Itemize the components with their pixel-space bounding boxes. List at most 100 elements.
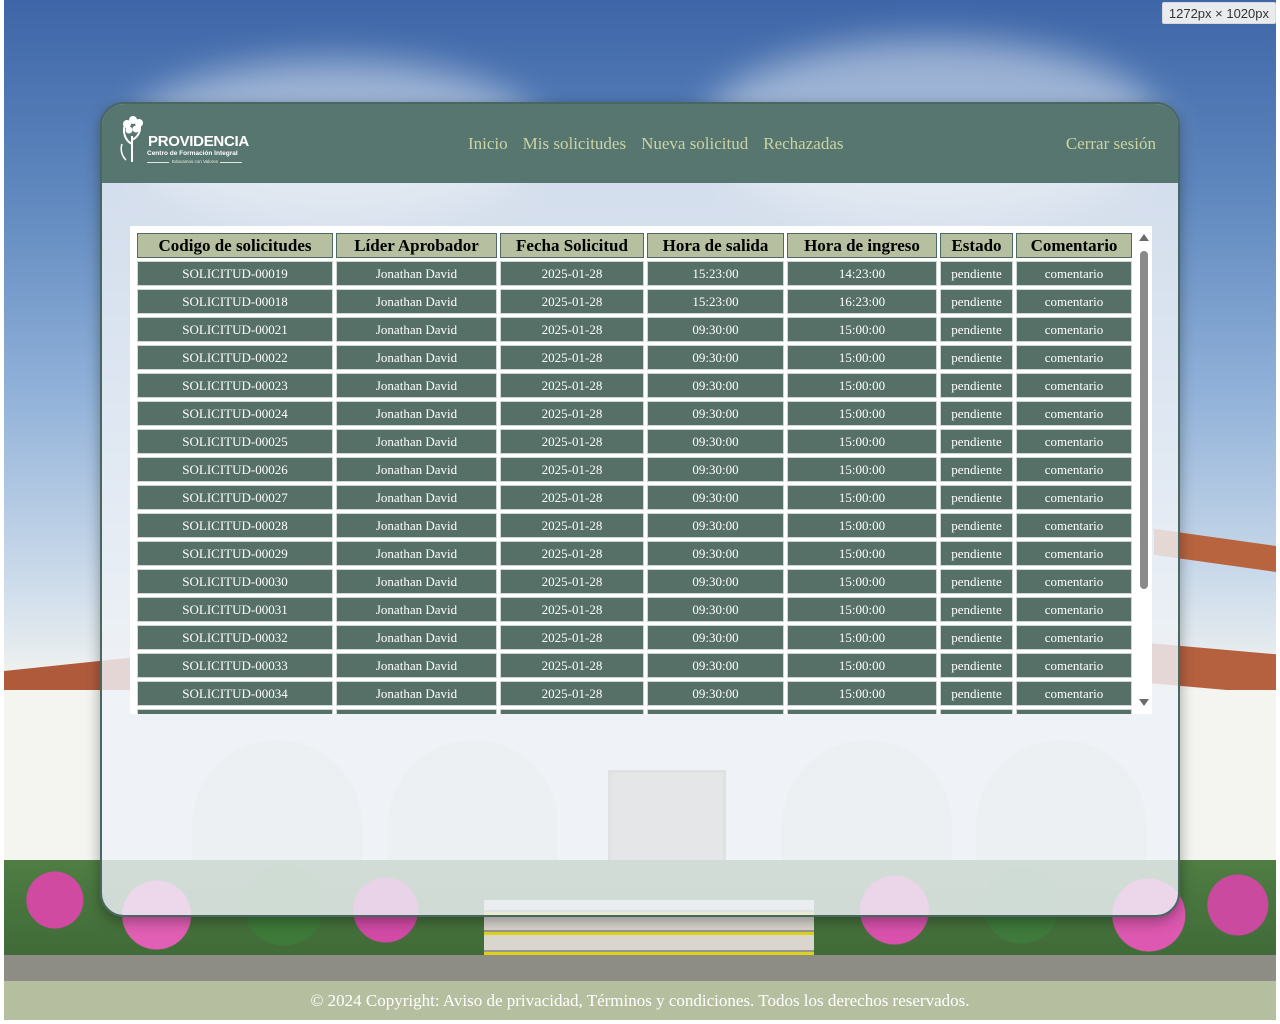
nav-link-nueva-solicitud[interactable]: Nueva solicitud bbox=[641, 134, 748, 154]
table-row[interactable]: SOLICITUD-00034 Jonathan David 2025-01-28 0… bbox=[137, 681, 1132, 706]
column-header-comentario: Comentario bbox=[1016, 233, 1132, 258]
footer: © 2024 Copyright: Aviso de privacidad, T… bbox=[4, 981, 1276, 1020]
table-row[interactable]: SOLICITUD-00030 Jonathan David 2025-01-28 0… bbox=[137, 569, 1132, 594]
nav-link-rechazadas[interactable]: Rechazadas bbox=[763, 134, 843, 154]
table-row[interactable]: SOLICITUD-00031 Jonathan David 2025-01-28 0… bbox=[137, 597, 1132, 622]
cell-estado: pendiente bbox=[940, 373, 1013, 398]
cell-comentario[interactable]: comentario bbox=[1016, 317, 1132, 342]
cell-comentario[interactable]: comentario bbox=[1016, 597, 1132, 622]
cell-codigo: SOLICITUD-00031 bbox=[137, 597, 333, 622]
scroll-up-arrow-icon[interactable] bbox=[1139, 234, 1149, 241]
cell-codigo: SOLICITUD-00033 bbox=[137, 653, 333, 678]
cell-comentario[interactable]: comentario bbox=[1016, 513, 1132, 538]
nav-link-mis-solicitudes[interactable]: Mis solicitudes bbox=[523, 134, 626, 154]
cell-codigo: SOLICITUD-00032 bbox=[137, 625, 333, 650]
table-row[interactable]: SOLICITUD-00027 Jonathan David 2025-01-28 0… bbox=[137, 485, 1132, 510]
cell-hora-salida: 09:30:00 bbox=[647, 653, 784, 678]
cell-hora-ingreso: 15:00:00 bbox=[787, 457, 937, 482]
scroll-down-arrow-icon[interactable] bbox=[1139, 699, 1149, 706]
cell-hora-ingreso: 15:00:00 bbox=[787, 317, 937, 342]
cell-comentario[interactable]: comentario bbox=[1016, 429, 1132, 454]
table-row[interactable]: SOLICITUD-00023 Jonathan David 2025-01-28 0… bbox=[137, 373, 1132, 398]
cell-fecha: 2025-01-28 bbox=[500, 485, 644, 510]
cell-codigo: SOLICITUD-00019 bbox=[137, 261, 333, 286]
cell-estado: pendiente bbox=[940, 653, 1013, 678]
cell-comentario[interactable]: comentario bbox=[1016, 401, 1132, 426]
cell-codigo: SOLICITUD-00030 bbox=[137, 569, 333, 594]
table-row[interactable]: SOLICITUD-00026 Jonathan David 2025-01-28 0… bbox=[137, 457, 1132, 482]
logout-link[interactable]: Cerrar sesión bbox=[1066, 134, 1156, 154]
divider bbox=[220, 162, 242, 163]
cell-estado bbox=[940, 709, 1013, 714]
table-row[interactable]: SOLICITUD-00021 Jonathan David 2025-01-28 0… bbox=[137, 317, 1132, 342]
cell-lider: Jonathan David bbox=[336, 261, 497, 286]
divider bbox=[147, 162, 169, 163]
logo[interactable]: PROVIDENCIA Centro de Formación Integral… bbox=[116, 114, 249, 170]
cell-hora-salida: 09:30:00 bbox=[647, 373, 784, 398]
cell-lider: Jonathan David bbox=[336, 513, 497, 538]
cell-comentario[interactable]: comentario bbox=[1016, 569, 1132, 594]
table-row[interactable]: SOLICITUD-00024 Jonathan David 2025-01-28 0… bbox=[137, 401, 1132, 426]
cell-fecha: 2025-01-28 bbox=[500, 457, 644, 482]
column-header-hora-ingreso: Hora de ingreso bbox=[787, 233, 937, 258]
cell-comentario[interactable]: comentario bbox=[1016, 625, 1132, 650]
cell-comentario[interactable]: comentario bbox=[1016, 653, 1132, 678]
column-header-estado: Estado bbox=[940, 233, 1013, 258]
table-row[interactable]: SOLICITUD-00018 Jonathan David 2025-01-28 1… bbox=[137, 289, 1132, 314]
table-row[interactable] bbox=[137, 709, 1132, 714]
cell-codigo: SOLICITUD-00026 bbox=[137, 457, 333, 482]
cell-codigo bbox=[137, 709, 333, 714]
cell-hora-salida: 09:30:00 bbox=[647, 597, 784, 622]
nav-link-inicio[interactable]: Inicio bbox=[468, 134, 508, 154]
cell-hora-ingreso: 15:00:00 bbox=[787, 373, 937, 398]
cell-fecha bbox=[500, 709, 644, 714]
cell-lider bbox=[336, 709, 497, 714]
table-row[interactable]: SOLICITUD-00025 Jonathan David 2025-01-28 0… bbox=[137, 429, 1132, 454]
cell-comentario[interactable]: comentario bbox=[1016, 485, 1132, 510]
cell-hora-ingreso: 14:23:00 bbox=[787, 261, 937, 286]
cell-estado: pendiente bbox=[940, 289, 1013, 314]
cell-lider: Jonathan David bbox=[336, 681, 497, 706]
cell-comentario[interactable]: comentario bbox=[1016, 541, 1132, 566]
column-header-codigo: Codigo de solicitudes bbox=[137, 233, 333, 258]
cell-estado: pendiente bbox=[940, 597, 1013, 622]
cell-codigo: SOLICITUD-00024 bbox=[137, 401, 333, 426]
cell-comentario[interactable]: comentario bbox=[1016, 457, 1132, 482]
cell-hora-salida: 15:23:00 bbox=[647, 289, 784, 314]
cell-codigo: SOLICITUD-00022 bbox=[137, 345, 333, 370]
cell-fecha: 2025-01-28 bbox=[500, 541, 644, 566]
cell-lider: Jonathan David bbox=[336, 653, 497, 678]
table-row[interactable]: SOLICITUD-00028 Jonathan David 2025-01-28 0… bbox=[137, 513, 1132, 538]
table-row[interactable]: SOLICITUD-00033 Jonathan David 2025-01-28 0… bbox=[137, 653, 1132, 678]
cell-fecha: 2025-01-28 bbox=[500, 653, 644, 678]
cell-comentario[interactable]: comentario bbox=[1016, 681, 1132, 706]
scroll-thumb[interactable] bbox=[1140, 251, 1148, 589]
cell-estado: pendiente bbox=[940, 261, 1013, 286]
table-row[interactable]: SOLICITUD-00029 Jonathan David 2025-01-28 0… bbox=[137, 541, 1132, 566]
cell-fecha: 2025-01-28 bbox=[500, 289, 644, 314]
cell-comentario[interactable]: comentario bbox=[1016, 261, 1132, 286]
cell-codigo: SOLICITUD-00023 bbox=[137, 373, 333, 398]
main-panel: PROVIDENCIA Centro de Formación Integral… bbox=[100, 102, 1180, 917]
table-body: SOLICITUD-00019 Jonathan David 2025-01-28 1… bbox=[137, 261, 1132, 714]
vertical-scrollbar[interactable] bbox=[1136, 226, 1152, 714]
cell-hora-ingreso bbox=[787, 709, 937, 714]
cell-estado: pendiente bbox=[940, 345, 1013, 370]
cell-fecha: 2025-01-28 bbox=[500, 261, 644, 286]
cell-hora-ingreso: 15:00:00 bbox=[787, 625, 937, 650]
cell-comentario[interactable]: comentario bbox=[1016, 289, 1132, 314]
table-row[interactable]: SOLICITUD-00022 Jonathan David 2025-01-28 0… bbox=[137, 345, 1132, 370]
cell-hora-ingreso: 15:00:00 bbox=[787, 653, 937, 678]
navbar: PROVIDENCIA Centro de Formación Integral… bbox=[102, 104, 1178, 183]
requests-table-container[interactable]: Codigo de solicitudes Líder Aprobador Fe… bbox=[130, 226, 1152, 714]
cell-lider: Jonathan David bbox=[336, 457, 497, 482]
table-row[interactable]: SOLICITUD-00019 Jonathan David 2025-01-28 1… bbox=[137, 261, 1132, 286]
table-row[interactable]: SOLICITUD-00032 Jonathan David 2025-01-28 0… bbox=[137, 625, 1132, 650]
cell-hora-ingreso: 15:00:00 bbox=[787, 541, 937, 566]
cell-comentario[interactable]: comentario bbox=[1016, 345, 1132, 370]
cell-codigo: SOLICITUD-00027 bbox=[137, 485, 333, 510]
cell-fecha: 2025-01-28 bbox=[500, 681, 644, 706]
cell-estado: pendiente bbox=[940, 457, 1013, 482]
cell-comentario[interactable]: comentario bbox=[1016, 373, 1132, 398]
cell-hora-ingreso: 15:00:00 bbox=[787, 401, 937, 426]
